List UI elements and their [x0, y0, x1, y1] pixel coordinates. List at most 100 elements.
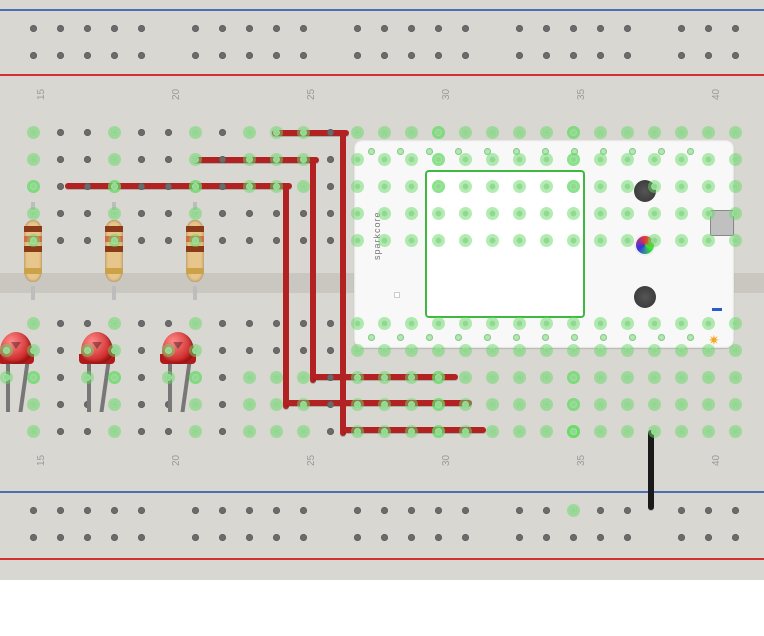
- rail-hole: [354, 534, 361, 541]
- board-label: sparkcore: [372, 211, 382, 260]
- sparkcore-pin: [397, 334, 404, 341]
- tie-hole: [246, 347, 253, 354]
- tie-hole: [462, 183, 469, 190]
- tie-hole: [57, 374, 64, 381]
- sparkcore-pin: [455, 148, 462, 155]
- tie-hole: [300, 428, 307, 435]
- tie-hole: [732, 401, 739, 408]
- tie-hole: [111, 374, 118, 381]
- tie-hole: [30, 210, 37, 217]
- tie-hole: [462, 320, 469, 327]
- tie-hole: [57, 401, 64, 408]
- tie-hole: [435, 210, 442, 217]
- rail-hole: [192, 534, 199, 541]
- reset-button[interactable]: [634, 286, 656, 308]
- tie-hole: [30, 156, 37, 163]
- tie-hole: [435, 428, 442, 435]
- tie-hole: [246, 156, 253, 163]
- tie-hole: [732, 156, 739, 163]
- tie-hole: [678, 374, 685, 381]
- tie-hole: [462, 347, 469, 354]
- tie-hole: [705, 347, 712, 354]
- tie-hole: [678, 347, 685, 354]
- tie-hole: [300, 237, 307, 244]
- tie-hole: [57, 129, 64, 136]
- rail-hole: [273, 507, 280, 514]
- led-1: [0, 332, 32, 412]
- tie-hole: [543, 156, 550, 163]
- rail-hole: [273, 534, 280, 541]
- tie-hole: [327, 183, 334, 190]
- tie-hole: [570, 237, 577, 244]
- rail-hole: [381, 52, 388, 59]
- tie-hole: [192, 374, 199, 381]
- tie-hole: [570, 428, 577, 435]
- tie-hole: [435, 374, 442, 381]
- tie-hole: [57, 156, 64, 163]
- sparkcore-pin: [513, 148, 520, 155]
- tie-hole: [192, 428, 199, 435]
- tie-hole: [165, 129, 172, 136]
- sparkcore-pin: [542, 334, 549, 341]
- tie-hole: [462, 210, 469, 217]
- rail-hole: [435, 507, 442, 514]
- wire-red-2: [272, 130, 349, 136]
- tie-hole: [570, 156, 577, 163]
- tie-hole: [192, 347, 199, 354]
- tie-hole: [246, 401, 253, 408]
- tie-hole: [138, 156, 145, 163]
- tie-hole: [624, 210, 631, 217]
- column-label: 25: [306, 89, 317, 100]
- tie-hole: [354, 210, 361, 217]
- sparkcore-pin: [571, 148, 578, 155]
- rail-hole: [678, 25, 685, 32]
- tie-hole: [732, 237, 739, 244]
- rail-hole: [246, 507, 253, 514]
- rail-hole: [246, 52, 253, 59]
- tie-hole: [435, 347, 442, 354]
- rail-hole: [192, 25, 199, 32]
- tie-hole: [192, 401, 199, 408]
- rail-hole: [624, 25, 631, 32]
- tie-hole: [57, 347, 64, 354]
- sparkcore-pin: [600, 334, 607, 341]
- tie-hole: [489, 401, 496, 408]
- rail-hole: [462, 25, 469, 32]
- tie-hole: [246, 428, 253, 435]
- tie-hole: [327, 129, 334, 136]
- rail-hole: [300, 507, 307, 514]
- tie-hole: [30, 374, 37, 381]
- rail-hole: [84, 52, 91, 59]
- tie-hole: [570, 210, 577, 217]
- rail-hole: [516, 52, 523, 59]
- tie-hole: [678, 156, 685, 163]
- tie-hole: [624, 129, 631, 136]
- rail-hole: [705, 507, 712, 514]
- tie-hole: [354, 374, 361, 381]
- tie-hole: [516, 347, 523, 354]
- sparkcore-pin: [687, 334, 694, 341]
- tie-hole: [354, 156, 361, 163]
- tie-hole: [111, 237, 118, 244]
- tie-hole: [408, 183, 415, 190]
- rail-hole: [138, 534, 145, 541]
- tie-hole: [57, 320, 64, 327]
- tie-hole: [516, 428, 523, 435]
- tie-hole: [84, 320, 91, 327]
- column-label: 30: [441, 455, 452, 466]
- tie-hole: [705, 374, 712, 381]
- rail-hole: [111, 25, 118, 32]
- tie-hole: [219, 183, 226, 190]
- tie-hole: [705, 428, 712, 435]
- rail-hole: [300, 52, 307, 59]
- tie-hole: [84, 183, 91, 190]
- tie-hole: [624, 320, 631, 327]
- rail-hole: [516, 534, 523, 541]
- sparkcore-pin: [658, 334, 665, 341]
- tie-hole: [732, 183, 739, 190]
- tie-hole: [597, 428, 604, 435]
- rail-hole: [597, 25, 604, 32]
- rail-hole: [462, 52, 469, 59]
- tie-hole: [354, 347, 361, 354]
- tie-hole: [705, 129, 712, 136]
